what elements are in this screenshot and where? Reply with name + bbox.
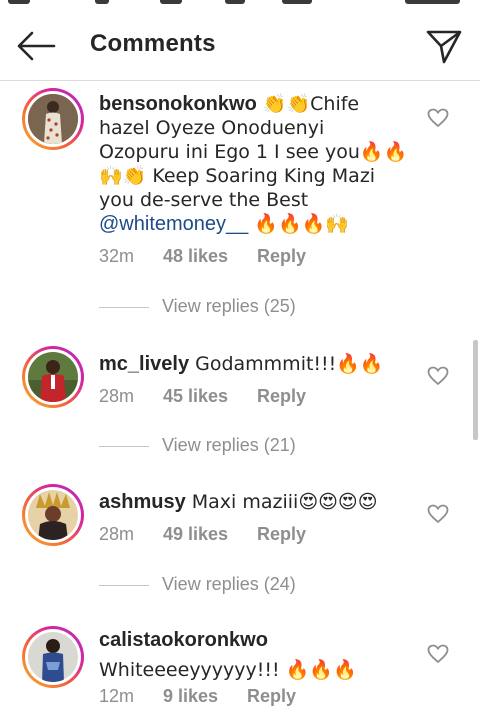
- avatar[interactable]: [22, 626, 84, 688]
- arrow-left-icon: [17, 31, 56, 61]
- comment-item: mc_lively Godammmit!!!🔥🔥 28m 45 likes Repl…: [0, 340, 480, 470]
- view-replies-label: View replies (25): [162, 296, 296, 316]
- comment-text-part: Godammmit!!!🔥🔥: [189, 353, 384, 375]
- comment-time: 12m: [99, 686, 135, 706]
- divider: [99, 446, 149, 447]
- comment-text: bensonokonkwo 👏👏Chife hazel Oyeze Onodue…: [99, 92, 409, 236]
- reply-button[interactable]: Reply: [257, 524, 306, 545]
- divider: [99, 585, 149, 586]
- comment-text-part: Maxi maziii😍😍😍😍: [185, 491, 378, 513]
- status-bar: [0, 0, 480, 12]
- reply-button[interactable]: Reply: [257, 246, 306, 267]
- view-replies-button[interactable]: View replies (21): [99, 435, 399, 459]
- share-button[interactable]: [422, 26, 466, 66]
- comment-username[interactable]: calistaokoronkwo: [99, 628, 409, 652]
- comment-time: 32m: [99, 246, 135, 266]
- comment-item: bensonokonkwo 👏👏Chife hazel Oyeze Onodue…: [0, 84, 480, 324]
- view-replies-button[interactable]: View replies (24): [99, 574, 399, 598]
- comment-meta: 32m 48 likes Reply: [99, 246, 306, 267]
- comment-username[interactable]: bensonokonkwo: [99, 93, 257, 115]
- avatar[interactable]: [22, 346, 84, 408]
- heart-outline-icon[interactable]: [427, 504, 449, 524]
- comment-likes[interactable]: 49 likes: [163, 524, 257, 545]
- comment-meta: 12m 9 likes Reply: [99, 686, 296, 707]
- comment-item: ashmusy Maxi maziii😍😍😍😍 28m 49 likes Reply…: [0, 480, 480, 610]
- comment-item: calistaokoronkwo Whiteeeeyyyyyy!!! 🔥🔥🔥 1…: [0, 620, 480, 707]
- comment-likes[interactable]: 45 likes: [163, 386, 257, 407]
- comment-text-part: Whiteeeeyyyyyy!!! 🔥🔥🔥: [99, 659, 357, 681]
- comment-likes[interactable]: 9 likes: [163, 686, 247, 707]
- heart-outline-icon[interactable]: [427, 108, 449, 128]
- scrollbar[interactable]: [473, 340, 478, 440]
- mention-link[interactable]: @whitemoney__: [99, 213, 248, 235]
- view-replies-button[interactable]: View replies (25): [99, 296, 399, 320]
- comment-username[interactable]: mc_lively: [99, 353, 189, 375]
- divider: [99, 307, 149, 308]
- comment-text-part: 🔥🔥🔥🙌: [248, 213, 349, 235]
- back-button[interactable]: [14, 26, 58, 66]
- heart-outline-icon[interactable]: [427, 644, 449, 664]
- comment-text: ashmusy Maxi maziii😍😍😍😍: [99, 490, 409, 514]
- comment-text: mc_lively Godammmit!!!🔥🔥: [99, 352, 409, 376]
- view-replies-label: View replies (24): [162, 574, 296, 594]
- comment-likes[interactable]: 48 likes: [163, 246, 257, 267]
- comment-time: 28m: [99, 524, 135, 544]
- page-title: Comments: [90, 30, 216, 57]
- comment-username[interactable]: ashmusy: [99, 491, 186, 513]
- comments-header: Comments: [0, 12, 480, 81]
- comment-text: calistaokoronkwo Whiteeeeyyyyyy!!! 🔥🔥🔥: [99, 628, 409, 682]
- avatar[interactable]: [22, 88, 84, 150]
- view-replies-label: View replies (21): [162, 435, 296, 455]
- comment-time: 28m: [99, 386, 135, 406]
- paper-plane-icon: [426, 30, 462, 64]
- reply-button[interactable]: Reply: [247, 686, 296, 707]
- comment-meta: 28m 45 likes Reply: [99, 386, 306, 407]
- comment-meta: 28m 49 likes Reply: [99, 524, 306, 545]
- heart-outline-icon[interactable]: [427, 366, 449, 386]
- avatar[interactable]: [22, 484, 84, 546]
- reply-button[interactable]: Reply: [257, 386, 306, 407]
